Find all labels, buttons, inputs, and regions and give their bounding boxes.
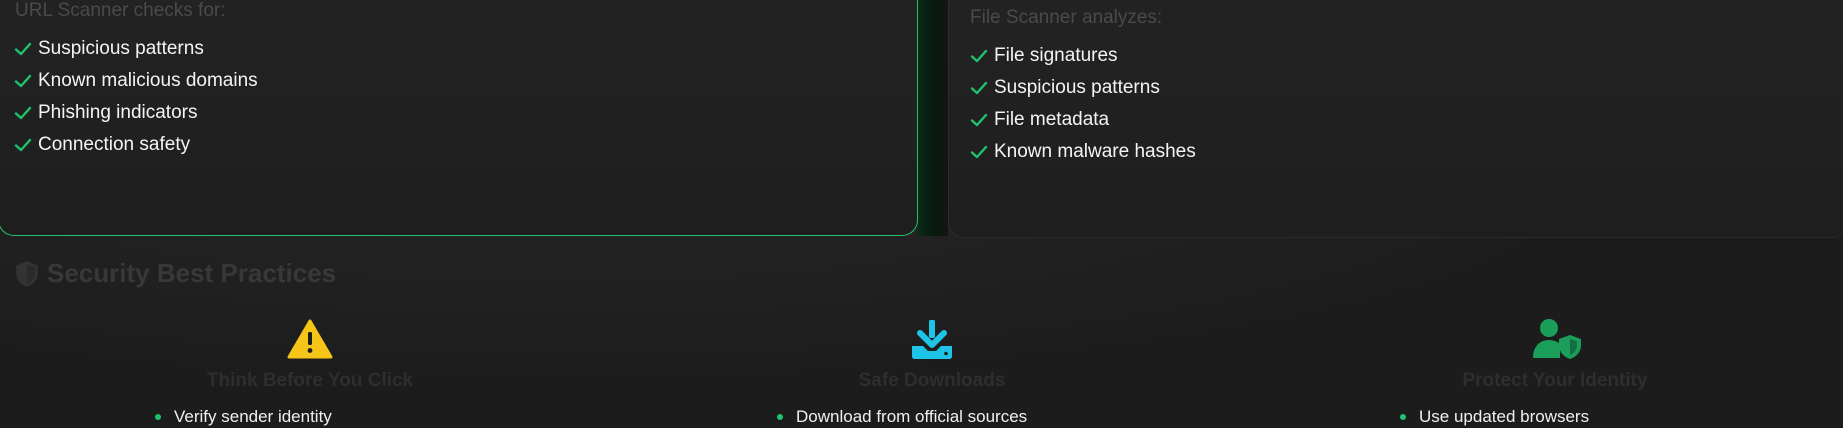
practice-item-label: Use updated browsers — [1419, 407, 1590, 426]
download-icon — [909, 318, 955, 360]
bullet-icon — [777, 414, 783, 420]
checklist-item: Suspicious patterns — [969, 72, 1196, 104]
practice-item-label: Verify sender identity — [174, 407, 332, 426]
practice-item-label: Download from official sources — [796, 407, 1028, 426]
check-icon — [14, 106, 32, 120]
best-practices-title: Security Best Practices — [14, 258, 336, 289]
shield-icon — [16, 260, 38, 287]
check-icon — [970, 113, 988, 127]
checklist-item-label: File metadata — [994, 109, 1110, 130]
checklist-item: Known malware hashes — [969, 136, 1196, 168]
warning-icon — [287, 318, 333, 360]
check-icon — [14, 74, 32, 88]
practice-list: Use updated browsers — [1400, 407, 1589, 427]
checklist-item-label: Suspicious patterns — [38, 38, 204, 59]
checklist-item: File metadata — [969, 104, 1196, 136]
file-scanner-checklist: File signatures Suspicious patterns File… — [969, 40, 1196, 168]
practice-item: Use updated browsers — [1400, 407, 1589, 427]
url-scanner-card: URL Scanner checks for: Suspicious patte… — [0, 0, 918, 236]
checklist-item: Suspicious patterns — [13, 33, 258, 65]
best-practices-title-text: Security Best Practices — [47, 258, 337, 288]
checklist-item: File signatures — [969, 40, 1196, 72]
checklist-item: Phishing indicators — [13, 97, 258, 129]
url-scanner-heading: URL Scanner checks for: — [15, 0, 226, 21]
check-icon — [970, 145, 988, 159]
url-scanner-checklist: Suspicious patterns Known malicious doma… — [13, 33, 258, 161]
check-icon — [14, 42, 32, 56]
user-shield-icon — [1532, 318, 1581, 360]
practice-card-downloads: Safe Downloads Download from official so… — [722, 318, 1142, 428]
checklist-item-label: File signatures — [994, 45, 1118, 66]
practice-list: Download from official sources — [777, 407, 1027, 427]
checklist-item-label: Connection safety — [38, 134, 191, 155]
checklist-item-label: Suspicious patterns — [994, 77, 1160, 98]
practice-title: Protect Your Identity — [1462, 370, 1648, 391]
bullet-icon — [1400, 414, 1406, 420]
checklist-item: Connection safety — [13, 129, 258, 161]
practice-card-think: Think Before You Click Verify sender ide… — [100, 318, 520, 428]
checklist-item: Known malicious domains — [13, 65, 258, 97]
check-icon — [14, 138, 32, 152]
practice-card-identity: Protect Your Identity Use updated browse… — [1345, 318, 1765, 428]
practice-title: Safe Downloads — [858, 370, 1006, 391]
practice-item: Download from official sources — [777, 407, 1027, 427]
bullet-icon — [155, 414, 161, 420]
practice-item: Verify sender identity — [155, 407, 332, 427]
check-icon — [970, 81, 988, 95]
checklist-item-label: Phishing indicators — [38, 102, 198, 123]
checklist-item-label: Known malware hashes — [994, 141, 1196, 162]
practice-list: Verify sender identity — [155, 407, 332, 427]
file-scanner-card: File Scanner analyzes: File signatures S… — [948, 0, 1843, 238]
checklist-item-label: Known malicious domains — [38, 70, 258, 91]
practice-title: Think Before You Click — [206, 370, 414, 391]
file-scanner-heading: File Scanner analyzes: — [970, 7, 1163, 28]
check-icon — [970, 49, 988, 63]
card-divider — [918, 0, 948, 236]
